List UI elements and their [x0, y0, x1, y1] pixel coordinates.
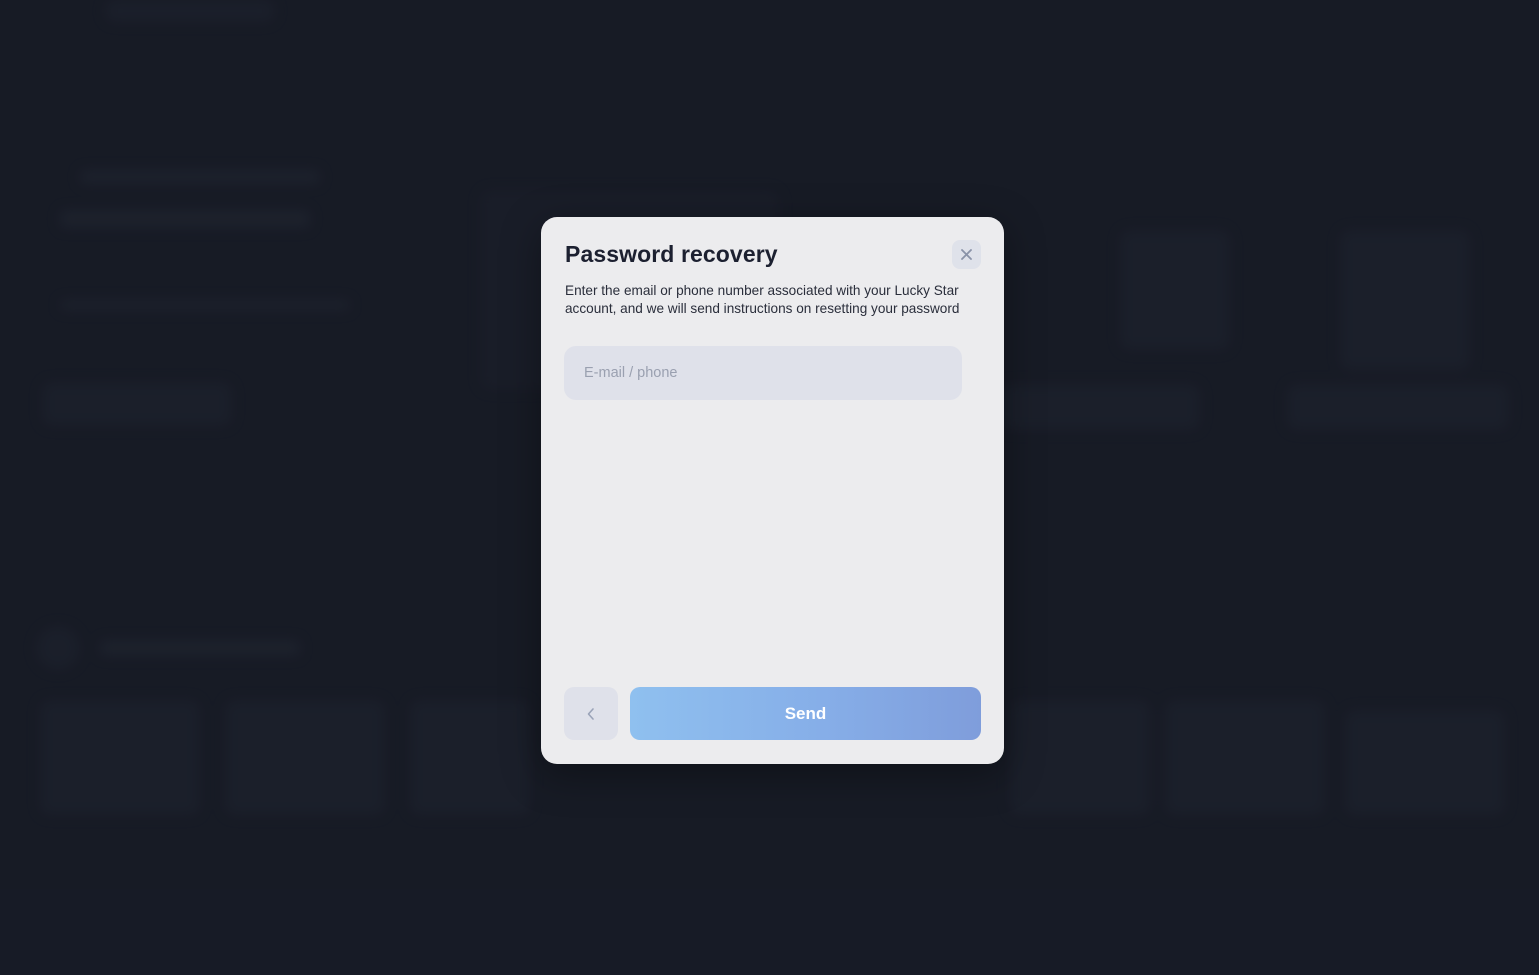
close-button[interactable] [952, 240, 981, 269]
email-phone-input[interactable] [564, 346, 962, 400]
email-phone-field [564, 346, 962, 400]
back-button[interactable] [564, 687, 618, 740]
close-icon [961, 249, 972, 260]
send-button[interactable]: Send [630, 687, 981, 740]
password-recovery-modal: Password recovery Enter the email or pho… [541, 217, 1004, 764]
chevron-left-icon [587, 707, 594, 720]
modal-description: Enter the email or phone number associat… [565, 283, 960, 316]
modal-title: Password recovery [565, 241, 778, 267]
